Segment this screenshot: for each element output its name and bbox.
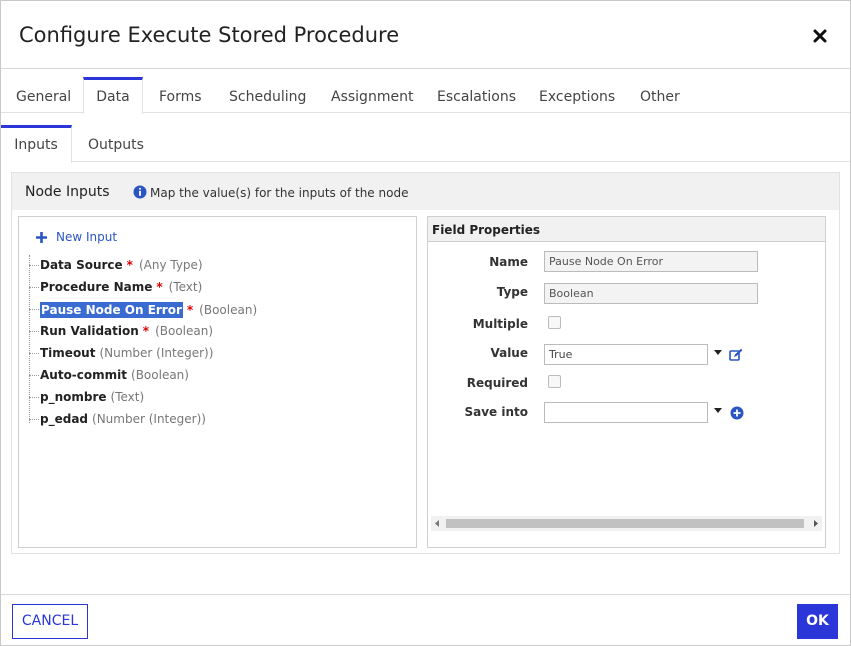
- required-marker: *: [142, 324, 150, 338]
- tree-item-label: Auto-commit: [40, 368, 128, 382]
- configure-dialog: Configure Execute Stored Procedure Gener…: [0, 0, 851, 646]
- multiple-label: Multiple: [472, 317, 528, 331]
- horizontal-scrollbar[interactable]: [431, 516, 822, 531]
- section-header: Node Inputs Map the value(s) for the inp…: [12, 173, 839, 210]
- tree-item-type: (Text): [168, 280, 203, 294]
- tree-item-type: (Boolean): [199, 303, 258, 317]
- required-checkbox[interactable]: [548, 375, 561, 388]
- main-tabs: General Data Forms Scheduling Assignment…: [1, 77, 850, 114]
- ok-button[interactable]: OK: [797, 604, 838, 639]
- value-dropdown-arrow-icon[interactable]: [713, 348, 723, 358]
- scroll-left-icon[interactable]: [433, 519, 441, 528]
- tree-item-label: Data Source: [40, 258, 123, 272]
- save-into-field[interactable]: [544, 402, 708, 423]
- tab-escalations[interactable]: Escalations: [437, 77, 516, 113]
- close-button[interactable]: [809, 25, 831, 47]
- section-title: Node Inputs: [25, 184, 110, 200]
- tree-item-label: p_edad: [40, 412, 89, 426]
- field-properties-title: Field Properties: [432, 223, 541, 237]
- name-label: Name: [489, 255, 528, 269]
- tree-item-type: (Number (Integer)): [92, 412, 206, 426]
- tree-item-type: (Boolean): [131, 368, 189, 382]
- field-properties-header: Field Properties: [428, 217, 825, 242]
- field-properties-panel: Field Properties Name Pause Node On Erro…: [427, 216, 826, 548]
- new-input-button[interactable]: New Input: [35, 229, 117, 245]
- dialog-footer: CANCEL OK: [1, 594, 850, 646]
- tree-item-label: Run Validation: [40, 324, 139, 338]
- tree-item-type: (Number (Integer)): [99, 346, 214, 360]
- scroll-right-icon[interactable]: [812, 519, 820, 528]
- subtab-inputs[interactable]: Inputs: [1, 125, 72, 163]
- tab-data[interactable]: Data: [83, 77, 143, 114]
- sub-tabs: Inputs Outputs: [1, 125, 850, 163]
- type-label: Type: [496, 285, 528, 299]
- close-icon: [813, 29, 827, 43]
- tree-item-label: p_nombre: [40, 390, 107, 404]
- tab-exceptions[interactable]: Exceptions: [539, 77, 615, 113]
- tree-item-label: Pause Node On Error: [40, 302, 183, 318]
- plus-icon: [36, 231, 47, 243]
- inputs-tree-panel: New Input Data Source * (Any Type) Proce…: [18, 216, 417, 548]
- edit-icon[interactable]: [729, 348, 743, 362]
- cancel-button[interactable]: CANCEL: [12, 604, 88, 639]
- value-label: Value: [490, 346, 528, 360]
- save-into-dropdown-arrow-icon[interactable]: [713, 406, 723, 416]
- section-hint: Map the value(s) for the inputs of the n…: [150, 186, 409, 200]
- save-into-label: Save into: [464, 405, 528, 419]
- name-field[interactable]: Pause Node On Error: [544, 251, 758, 272]
- value-field[interactable]: True: [544, 344, 708, 365]
- tree-item-type: (Any Type): [138, 258, 203, 272]
- tree-item-label: Timeout: [40, 346, 96, 360]
- add-circle-icon[interactable]: [730, 406, 744, 420]
- required-marker: *: [156, 280, 163, 294]
- tab-scheduling[interactable]: Scheduling: [229, 77, 306, 113]
- info-icon: [133, 185, 147, 199]
- multiple-checkbox[interactable]: [548, 316, 561, 329]
- required-marker: *: [126, 258, 133, 272]
- tab-assignment[interactable]: Assignment: [331, 77, 413, 113]
- tab-general[interactable]: General: [16, 77, 71, 113]
- new-input-label: New Input: [56, 230, 118, 244]
- required-marker: *: [186, 303, 194, 317]
- node-inputs-section: Node Inputs Map the value(s) for the inp…: [11, 172, 840, 554]
- tree-item-type: (Boolean): [155, 324, 214, 338]
- required-label: Required: [466, 376, 528, 390]
- scrollbar-thumb[interactable]: [446, 519, 804, 528]
- tree-item-label: Procedure Name: [40, 280, 153, 294]
- tree-item-type: (Text): [110, 390, 145, 404]
- tab-forms[interactable]: Forms: [159, 77, 202, 113]
- subtab-outputs[interactable]: Outputs: [88, 125, 144, 162]
- type-field[interactable]: Boolean: [544, 283, 758, 304]
- tab-other[interactable]: Other: [640, 77, 680, 113]
- dialog-title: Configure Execute Stored Procedure: [19, 23, 400, 47]
- dialog-header: Configure Execute Stored Procedure: [1, 1, 850, 69]
